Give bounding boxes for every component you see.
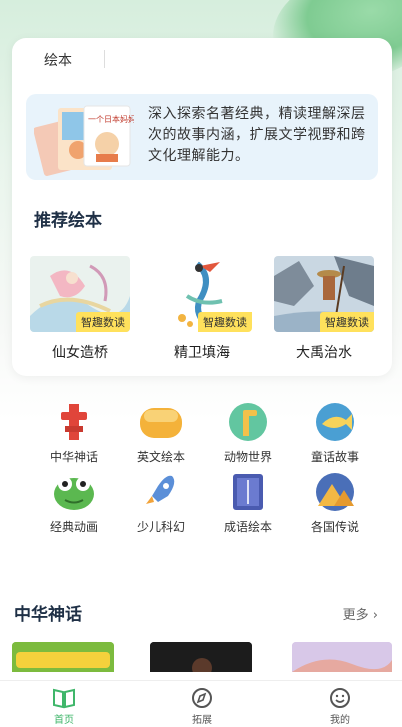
- giraffe-icon: [229, 403, 267, 441]
- category-idiom-book[interactable]: 成语绘本: [208, 472, 288, 535]
- recommend-title: 推荐绘本: [34, 211, 102, 231]
- intro-book-title: 一个日本妈妈: [88, 114, 134, 124]
- compass-icon: [192, 688, 212, 708]
- myth-thumb-3[interactable]: [292, 642, 392, 672]
- rocket-icon: [146, 475, 175, 504]
- myth-thumb-1[interactable]: [12, 642, 114, 672]
- myth-thumb-2[interactable]: [150, 642, 252, 672]
- smile-icon: [330, 688, 350, 708]
- myth-thumb-image: [12, 642, 114, 672]
- category-label: 中华神话: [49, 450, 98, 464]
- tab-divider: [104, 50, 105, 68]
- book-badge: 智趣数读: [320, 312, 374, 332]
- category-label: 各国传说: [310, 520, 359, 534]
- book-name[interactable]: 精卫填海: [152, 342, 252, 362]
- home-book-icon: [53, 688, 75, 709]
- book-name[interactable]: 大禹治水: [274, 342, 374, 362]
- category-label: 动物世界: [223, 450, 272, 464]
- category-label: 经典动画: [49, 520, 98, 534]
- category-label: 英文绘本: [136, 450, 185, 464]
- tab-picture-book[interactable]: 绘本: [44, 50, 72, 70]
- picture-book-card: 绘本 一个日本妈妈 深入探索名著经典，精读理解深层次的故事内涵，扩展文学视野和跨…: [12, 38, 392, 376]
- myth-thumb-image: [292, 642, 392, 672]
- category-kids-scifi[interactable]: 少儿科幻: [121, 472, 201, 535]
- book-badge: 智趣数读: [198, 312, 252, 332]
- book-icon: [233, 474, 263, 510]
- category-world-legends[interactable]: 各国传说: [295, 472, 375, 535]
- more-link[interactable]: 更多 ›: [343, 604, 378, 623]
- red-totem-icon: [61, 404, 87, 440]
- category-fairy-tale[interactable]: 童话故事: [295, 402, 375, 465]
- category-classic-animation[interactable]: 经典动画: [34, 472, 114, 535]
- book-name[interactable]: 仙女造桥: [30, 342, 130, 362]
- pyramid-icon: [316, 473, 354, 511]
- nav-label: 拓展: [192, 715, 212, 726]
- book-cover-1[interactable]: 智趣数读: [30, 256, 130, 332]
- books-illustration: 一个日本妈妈: [34, 105, 134, 176]
- intro-text: 深入探索名著经典，精读理解深层次的故事内涵，扩展文学视野和跨文化理解能力。: [148, 106, 366, 164]
- myth-thumb-image: [150, 642, 252, 672]
- fish-icon: [316, 403, 354, 441]
- category-label: 少儿科幻: [136, 520, 185, 534]
- frog-icon: [54, 477, 94, 510]
- intro-banner[interactable]: 一个日本妈妈 深入探索名著经典，精读理解深层次的故事内涵，扩展文学视野和跨文化理…: [26, 94, 378, 180]
- yellow-cushion-icon: [140, 408, 182, 438]
- category-label: 童话故事: [310, 450, 359, 464]
- book-cover-2[interactable]: 智趣数读: [152, 256, 252, 332]
- category-english-book[interactable]: 英文绘本: [121, 402, 201, 465]
- bottom-nav: 首页 拓展 我的: [0, 680, 402, 727]
- nav-expand[interactable]: 拓展: [172, 687, 232, 726]
- category-chinese-myth[interactable]: 中华神话: [34, 402, 114, 465]
- nav-label: 我的: [330, 715, 350, 726]
- book-badge: 智趣数读: [76, 312, 130, 332]
- category-label: 成语绘本: [223, 520, 272, 534]
- nav-mine[interactable]: 我的: [310, 687, 370, 726]
- nav-home[interactable]: 首页: [34, 687, 94, 726]
- nav-label: 首页: [54, 715, 74, 726]
- category-animal-world[interactable]: 动物世界: [208, 402, 288, 465]
- section-chinese-myth-title: 中华神话: [14, 605, 82, 625]
- book-cover-3[interactable]: 智趣数读: [274, 256, 374, 332]
